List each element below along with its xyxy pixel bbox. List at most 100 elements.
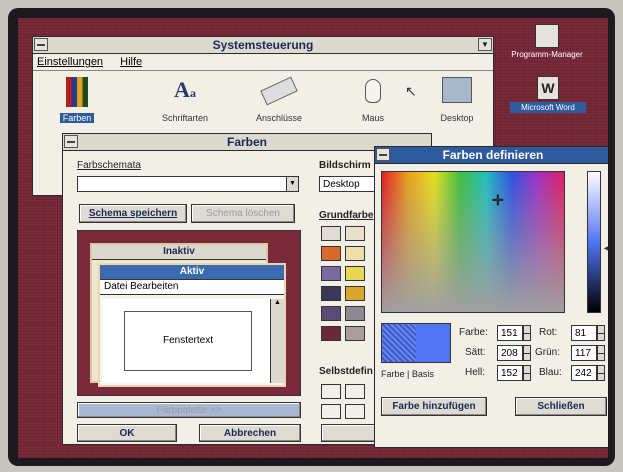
preview-menu: Datei Bearbeiten [100, 280, 284, 295]
red-label: Rot: [539, 327, 558, 338]
color-spectrum[interactable]: ✛ [381, 171, 565, 313]
define-system-menu-icon[interactable] [376, 148, 390, 161]
delete-scheme-button[interactable]: Schema löschen [191, 204, 295, 223]
basic-color-swatch[interactable] [321, 306, 341, 321]
basic-colors-grid [319, 226, 375, 356]
green-label: Grün: [535, 347, 561, 358]
scheme-preview: Inaktiv Aktiv Datei Bearbeiten Fensterte… [77, 230, 301, 396]
basic-color-swatch[interactable] [345, 266, 365, 281]
sat-label: Sätt: [465, 347, 486, 358]
close-button[interactable]: Schließen [515, 397, 607, 416]
lum-spinner[interactable] [523, 365, 531, 381]
hue-label: Farbe: [459, 327, 488, 338]
mouse-pointer-icon: ↖ [405, 83, 417, 99]
basic-color-swatch[interactable] [345, 286, 365, 301]
screen-element-label: Bildschirm [319, 160, 371, 171]
green-spinner[interactable] [597, 345, 605, 361]
preview-active-window: Aktiv Datei Bearbeiten Fenstertext ▲ [98, 263, 286, 387]
ports-icon [260, 76, 298, 106]
winword-icon: W [537, 76, 559, 100]
define-colors-title: Farben definieren [442, 148, 544, 162]
cancel-button[interactable]: Abbrechen [199, 424, 301, 442]
control-panel-menubar: Einstellungen Hilfe [33, 54, 493, 71]
control-icon-schriftarten-label: Schriftarten [161, 113, 209, 123]
basic-color-swatch[interactable] [321, 326, 341, 341]
sat-field[interactable]: 208 [497, 345, 523, 361]
basic-colors-label: Grundfarbe [319, 210, 374, 221]
blue-label: Blau: [539, 367, 562, 378]
control-icon-maus[interactable]: Maus [333, 77, 413, 123]
fonts-icon: Aa [174, 77, 196, 102]
screen-element-value: Desktop [323, 179, 360, 190]
custom-colors-label: Selbstdefin [319, 366, 373, 377]
basic-color-swatch[interactable] [345, 326, 365, 341]
custom-color-swatch[interactable] [321, 404, 341, 419]
blue-spinner[interactable] [597, 365, 605, 381]
spectrum-crosshair-icon: ✛ [492, 192, 504, 208]
scheme-dropdown[interactable]: ▼ [77, 176, 299, 192]
define-colors-dialog: Farben definieren ✛ ◄ Farbe | Basis Farb… [374, 146, 608, 448]
control-icon-desktop-label: Desktop [440, 113, 474, 123]
menu-hilfe[interactable]: Hilfe [120, 56, 142, 68]
basic-color-swatch[interactable] [321, 266, 341, 281]
control-icon-anschluesse-label: Anschlüsse [255, 113, 303, 123]
program-manager-label: Programm-Manager [511, 50, 583, 59]
schemes-label: Farbschemata [77, 160, 141, 171]
preview-active-title: Aktiv [100, 265, 284, 280]
system-menu-icon[interactable] [34, 38, 48, 51]
lum-field[interactable]: 152 [497, 365, 523, 381]
preview-inactive-title: Inaktiv [92, 245, 266, 260]
sat-spinner[interactable] [523, 345, 531, 361]
luminance-arrow-icon[interactable]: ◄ [602, 243, 608, 253]
basic-color-swatch[interactable] [345, 246, 365, 261]
desktop-icon [442, 77, 472, 103]
scheme-dropdown-arrow-icon[interactable]: ▼ [286, 177, 298, 191]
basic-color-swatch[interactable] [321, 226, 341, 241]
define-colors-titlebar[interactable]: Farben definieren [375, 147, 608, 164]
custom-color-swatch[interactable] [345, 384, 365, 399]
control-icon-maus-label: Maus [361, 113, 384, 123]
farben-system-menu-icon[interactable] [64, 135, 78, 148]
save-scheme-button[interactable]: Schema speichern [79, 204, 187, 223]
control-panel-titlebar[interactable]: Systemsteuerung ▼ [33, 37, 493, 54]
custom-color-swatch[interactable] [345, 404, 365, 419]
control-icon-schriftarten[interactable]: Aa Schriftarten [145, 77, 225, 123]
basic-color-swatch[interactable] [321, 286, 341, 301]
control-icon-farben[interactable]: Farben [47, 77, 107, 123]
basic-color-swatch[interactable] [345, 306, 365, 321]
custom-color-swatch[interactable] [321, 384, 341, 399]
ok-button[interactable]: OK [77, 424, 177, 442]
color-preview-dither [382, 324, 416, 362]
hue-spinner[interactable] [523, 325, 531, 341]
green-field[interactable]: 117 [571, 345, 597, 361]
blue-field[interactable]: 242 [571, 365, 597, 381]
control-icon-anschluesse[interactable]: Anschlüsse [239, 76, 319, 123]
program-manager-desktop-icon[interactable]: Programm-Manager [506, 24, 588, 59]
preview-client: Fenstertext [102, 299, 272, 383]
red-field[interactable]: 81 [571, 325, 597, 341]
program-manager-icon [535, 24, 559, 48]
minimize-arrow-icon[interactable]: ▼ [478, 38, 492, 51]
mouse-icon [365, 79, 381, 103]
desktop: Programm-Manager W Microsoft Word System… [18, 18, 608, 458]
color-solid-label: Farbe | Basis [381, 369, 434, 379]
lum-label: Hell: [465, 367, 486, 378]
farben-title: Farben [226, 135, 267, 149]
basic-color-swatch[interactable] [345, 226, 365, 241]
hidden-right-button[interactable] [321, 424, 381, 442]
palette-button[interactable]: Farbpalette >> [77, 402, 301, 418]
preview-scrollbar: ▲ [270, 299, 284, 383]
hue-field[interactable]: 151 [497, 325, 523, 341]
add-color-button[interactable]: Farbe hinzufügen [381, 397, 487, 416]
control-panel-title: Systemsteuerung [212, 38, 314, 52]
color-pencils-icon [66, 77, 88, 107]
winword-desktop-icon[interactable]: W Microsoft Word [510, 76, 586, 113]
basic-color-swatch[interactable] [321, 246, 341, 261]
control-icon-farben-label: Farben [60, 113, 94, 123]
red-spinner[interactable] [597, 325, 605, 341]
color-preview [381, 323, 451, 363]
control-icon-desktop[interactable]: Desktop [427, 77, 487, 123]
winword-label: Microsoft Word [510, 102, 586, 113]
luminance-bar[interactable] [587, 171, 601, 313]
menu-einstellungen[interactable]: Einstellungen [37, 56, 103, 68]
